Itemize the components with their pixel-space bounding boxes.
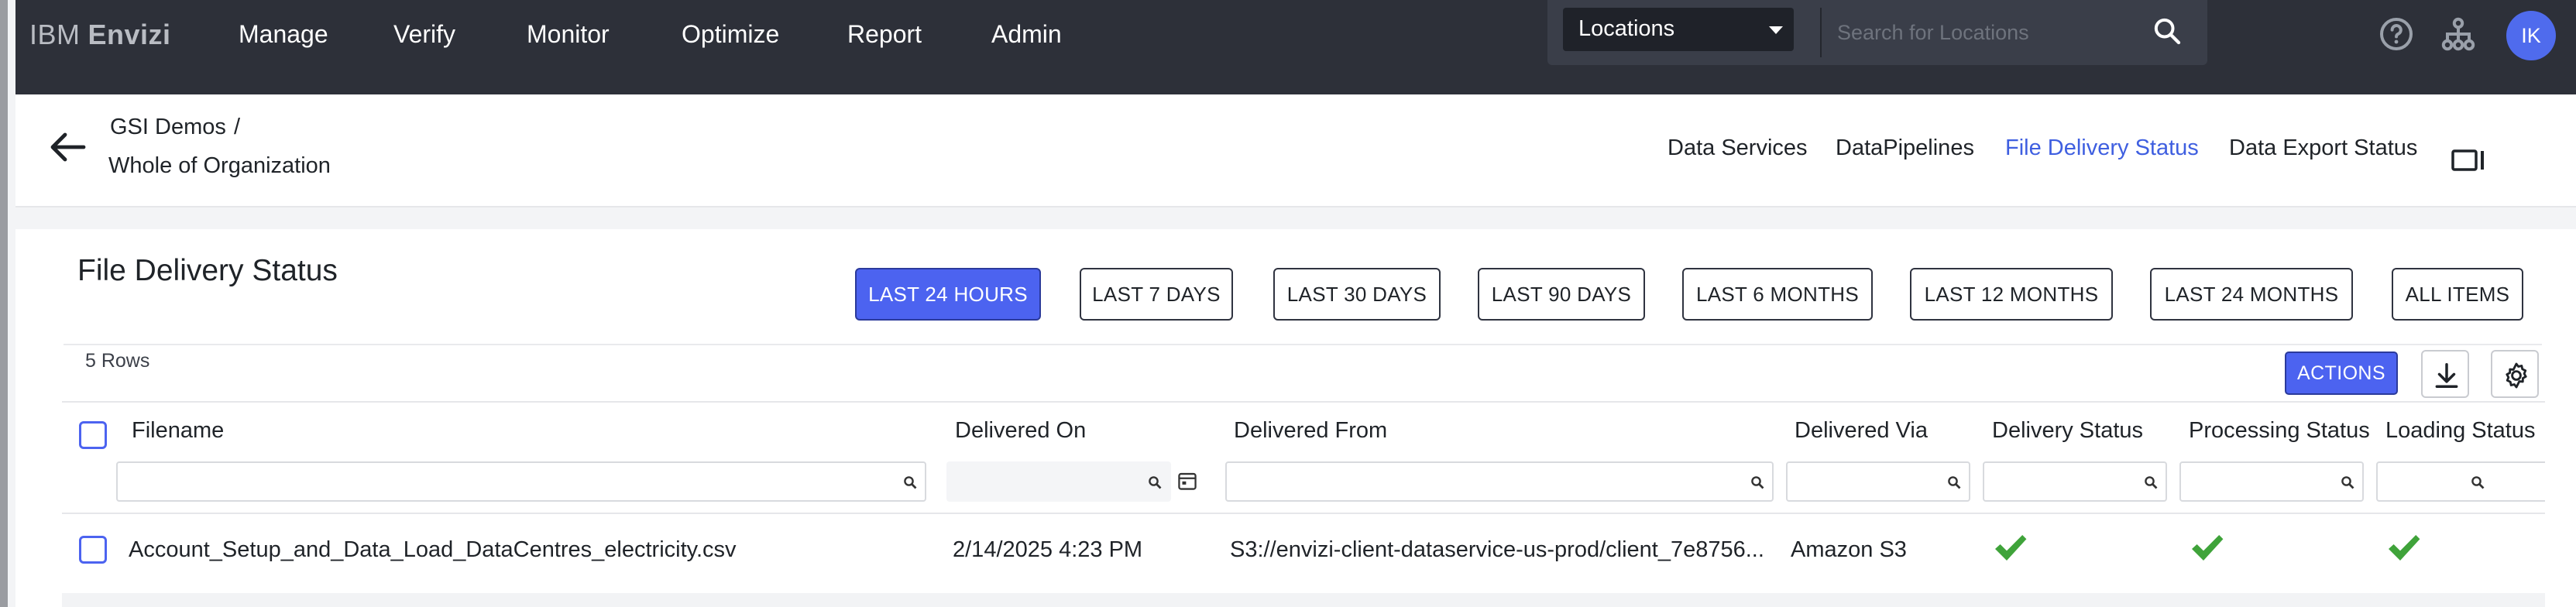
- tab-data-export-status[interactable]: Data Export Status: [2229, 135, 2417, 161]
- row-count: 5 Rows: [85, 350, 150, 372]
- loading-status-filter-input[interactable]: [2376, 461, 2545, 502]
- download-button[interactable]: [2421, 350, 2469, 398]
- global-search: Locations: [1547, 0, 2207, 65]
- brand-logo[interactable]: IBM Envizi: [29, 19, 171, 51]
- delivered-from-filter-input[interactable]: [1225, 461, 1774, 502]
- gear-icon: [2506, 362, 2527, 389]
- tab-data-services[interactable]: Data Services: [1668, 135, 1808, 161]
- breadcrumb-bar: GSI Demos / Whole of Organization Data S…: [15, 94, 2576, 207]
- nav-item-optimize[interactable]: Optimize: [682, 20, 779, 49]
- column-header-delivered-via[interactable]: Delivered Via: [1795, 418, 1928, 444]
- loading-status-success-icon: [2389, 535, 2420, 561]
- select-all-checkbox[interactable]: [79, 421, 107, 449]
- page-title: File Delivery Status: [77, 254, 338, 287]
- top-navigation-bar: IBM Envizi Manage Verify Monitor Optimize…: [15, 0, 2576, 94]
- search-scope-value: Locations: [1578, 16, 1675, 41]
- delivered-via-filter-input[interactable]: [1786, 461, 1970, 502]
- range-last-90-days-button[interactable]: LAST 90 DAYS: [1478, 268, 1645, 321]
- search-icon: [2341, 476, 2354, 489]
- user-avatar[interactable]: IK: [2506, 11, 2556, 60]
- settings-button[interactable]: [2491, 350, 2539, 398]
- file-delivery-card: File Delivery Status LAST 24 HOURS LAST …: [15, 229, 2576, 607]
- column-header-loading-status[interactable]: Loading Status: [2385, 418, 2535, 444]
- cell-filename[interactable]: Account_Setup_and_Data_Load_DataCentres_…: [129, 537, 737, 563]
- nav-item-report[interactable]: Report: [847, 20, 922, 49]
- nav-item-manage[interactable]: Manage: [239, 20, 328, 49]
- breadcrumb-separator: /: [234, 115, 241, 139]
- actions-button[interactable]: ACTIONS: [2285, 352, 2398, 395]
- hierarchy-icon[interactable]: [2440, 15, 2477, 53]
- app-frame: IBM Envizi Manage Verify Monitor Optimize…: [0, 0, 2576, 607]
- calendar-icon[interactable]: [1177, 471, 1197, 491]
- range-last-6-months-button[interactable]: LAST 6 MONTHS: [1682, 268, 1873, 321]
- help-icon[interactable]: [2378, 15, 2415, 53]
- breadcrumb-parent[interactable]: GSI Demos: [110, 115, 226, 140]
- cell-delivered-via: Amazon S3: [1791, 537, 1907, 562]
- next-row-partial: [62, 593, 2545, 607]
- processing-status-success-icon: [2192, 535, 2224, 561]
- chevron-down-icon: [1769, 26, 1783, 34]
- column-header-filename[interactable]: Filename: [132, 418, 224, 444]
- search-icon: [1751, 476, 1764, 489]
- range-last-24-months-button[interactable]: LAST 24 MONTHS: [2150, 268, 2353, 321]
- panel-toggle-icon[interactable]: [2451, 147, 2486, 175]
- range-all-items-button[interactable]: ALL ITEMS: [2392, 268, 2523, 321]
- cell-delivered-on: 2/14/2025 4:23 PM: [953, 537, 1143, 562]
- search-icon: [904, 476, 917, 489]
- search-scope-select[interactable]: Locations: [1563, 8, 1794, 51]
- brand-prefix: IBM: [29, 19, 81, 50]
- column-header-delivered-from[interactable]: Delivered From: [1234, 418, 1387, 444]
- search-icon: [1149, 476, 1162, 489]
- search-icon: [1948, 476, 1961, 489]
- range-last-24-hours-button[interactable]: LAST 24 HOURS: [855, 268, 1041, 321]
- delivered-on-filter-input[interactable]: [946, 461, 1171, 502]
- tab-file-delivery-status[interactable]: File Delivery Status: [2005, 135, 2199, 161]
- divider: [64, 344, 2542, 345]
- header-divider: [62, 513, 2545, 514]
- nav-item-monitor[interactable]: Monitor: [527, 20, 610, 49]
- range-last-30-days-button[interactable]: LAST 30 DAYS: [1273, 268, 1441, 321]
- range-last-7-days-button[interactable]: LAST 7 DAYS: [1080, 268, 1233, 321]
- file-delivery-table: Filename Delivered On Delivered From Del…: [62, 401, 2545, 607]
- download-icon: [2435, 363, 2458, 388]
- delivery-status-filter-input[interactable]: [1983, 461, 2167, 502]
- row-checkbox[interactable]: [79, 536, 107, 564]
- tab-datapipelines[interactable]: DataPipelines: [1836, 135, 1974, 161]
- search-icon: [2471, 476, 2485, 489]
- brand-name: Envizi: [88, 19, 171, 50]
- delivery-status-success-icon: [1995, 535, 2027, 561]
- filename-filter-input[interactable]: [116, 461, 926, 502]
- search-icon[interactable]: [2152, 15, 2183, 46]
- search-icon: [2145, 476, 2158, 489]
- column-header-processing-status[interactable]: Processing Status: [2189, 418, 2370, 444]
- search-input[interactable]: [1820, 8, 2190, 57]
- nav-item-admin[interactable]: Admin: [991, 20, 1062, 49]
- range-last-12-months-button[interactable]: LAST 12 MONTHS: [1910, 268, 2113, 321]
- nav-item-verify[interactable]: Verify: [393, 20, 455, 49]
- back-arrow-icon[interactable]: [50, 132, 87, 163]
- cell-delivered-from: S3://envizi-client-dataservice-us-prod/c…: [1230, 537, 1764, 562]
- processing-status-filter-input[interactable]: [2179, 461, 2364, 502]
- breadcrumb-current: Whole of Organization: [108, 153, 331, 178]
- column-header-delivered-on[interactable]: Delivered On: [955, 418, 1086, 444]
- column-header-delivery-status[interactable]: Delivery Status: [1992, 418, 2143, 444]
